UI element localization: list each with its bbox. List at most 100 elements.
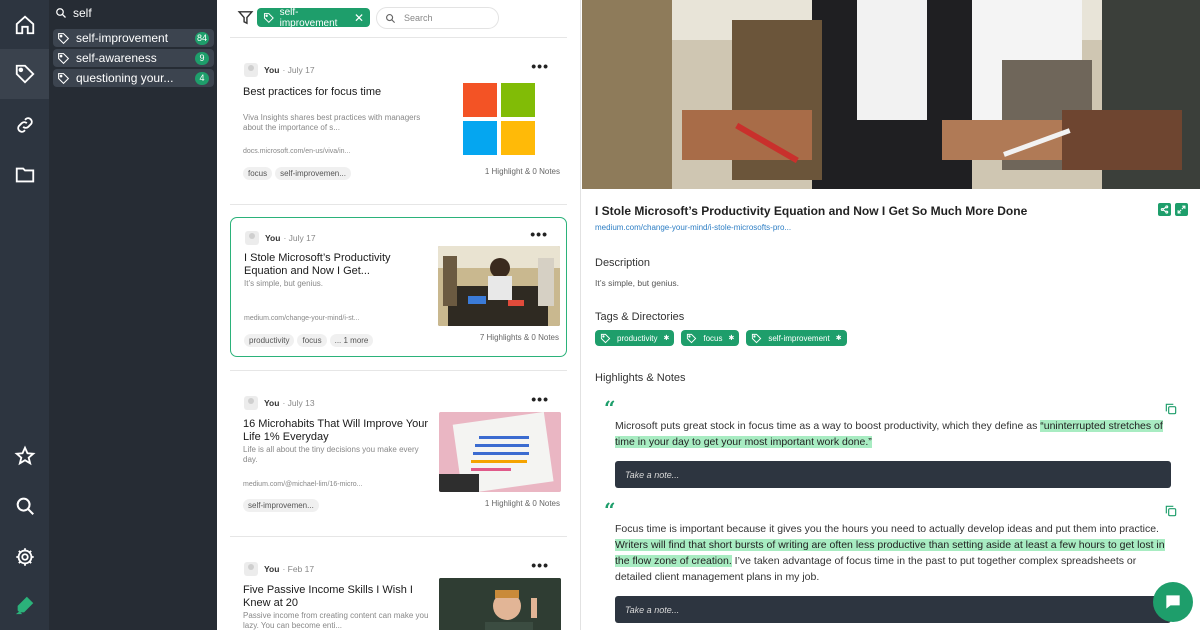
expand-icon [1177,205,1186,214]
detail-title: I Stole Microsoft’s Productivity Equatio… [595,204,1028,218]
note-input[interactable]: Take a note... [615,461,1171,488]
filter-icon[interactable] [237,9,254,26]
share-button[interactable] [1158,203,1171,216]
avatar [244,396,258,410]
tag-item-self-awareness[interactable]: self-awareness 9 [53,49,214,67]
tag-icon [15,64,35,84]
settings-button[interactable] [0,532,49,582]
card-stats: 1 Highlight & 0 Notes [484,167,560,176]
tag-chip[interactable]: self-improvemen... [243,499,319,512]
detail-pane: I Stole Microsoft’s Productivity Equatio… [582,0,1200,630]
card-url: medium.com/@michael-lim/16-micro... [243,481,363,488]
bookmark-card[interactable]: You · Feb 17 ••• Five Passive Income Ski… [230,549,567,630]
card-author: You [265,233,281,243]
home-button[interactable] [0,0,49,50]
tag-item-self-improvement[interactable]: self-improvement 84 [53,29,214,47]
tag-chip[interactable]: productivity [244,334,295,347]
search-icon [56,8,66,18]
tag-chip[interactable]: self-improvemen... [275,167,351,180]
tag-chip[interactable]: ... 1 more [329,334,374,347]
search-button[interactable] [0,481,49,531]
tag-icon [263,12,274,23]
detail-actions [1158,203,1188,216]
card-author: You [264,398,280,408]
detail-url-link[interactable]: medium.com/change-your-mind/i-stole-micr… [595,223,791,232]
star-icon: ✱ [663,335,670,342]
bookmark-card[interactable]: You · July 13 ••• 16 Microhabits That Wi… [230,383,567,523]
star-icon: ✱ [835,335,842,342]
card-thumbnail [438,246,560,326]
card-stats: 7 Highlights & 0 Notes [479,333,559,342]
tag-chip[interactable]: focus [243,167,273,180]
chat-button[interactable] [1153,582,1193,622]
share-icon [1160,205,1169,214]
bookmark-card-selected[interactable]: You · July 17 ••• I Stole Microsoft’s Pr… [230,217,567,357]
active-filter-chip[interactable]: self-improvement ✕ [257,7,370,29]
highlight-plain: Microsoft puts great stock in focus time… [615,420,1041,432]
list-search-input[interactable]: Search [376,7,499,29]
more-options-icon[interactable]: ••• [530,226,548,242]
tag-panel: self self-improvement 84 self-awareness … [49,0,217,630]
more-options-icon[interactable]: ••• [531,391,549,407]
highlighter-button[interactable] [0,580,49,630]
card-thumbnail [439,412,561,492]
tag-icon [752,333,762,343]
tag-chip[interactable]: focus [297,334,327,347]
card-thumbnail [439,578,561,630]
detail-tag-focus[interactable]: focus ✱ [681,330,740,346]
tag-icon [58,72,70,84]
tag-icon [58,32,70,44]
card-date: · July 13 [282,398,315,408]
card-description: Life is all about the tiny decisions you… [243,445,419,464]
card-tags: self-improvemen... [243,499,319,512]
card-description: Passive income from creating content can… [243,611,429,630]
copy-icon[interactable] [1164,402,1178,416]
card-tags: focus self-improvemen... [243,167,351,180]
highlight-text: Microsoft puts great stock in focus time… [615,418,1171,450]
avatar [244,63,258,77]
card-author: You [264,65,280,75]
expand-button[interactable] [1175,203,1188,216]
tag-icon [58,52,70,64]
more-options-icon[interactable]: ••• [531,58,549,74]
habit-tracker-photo [439,412,561,492]
card-author: You [264,564,280,574]
close-icon[interactable]: ✕ [354,11,364,25]
detail-tag-self-improvement[interactable]: self-improvement ✱ [746,330,847,346]
search-icon [16,497,34,515]
tag-count-badge: 4 [195,71,209,85]
description-text: It’s simple, but genius. [595,278,679,288]
more-options-icon[interactable]: ••• [531,557,549,573]
bookmark-card[interactable]: You · July 17 ••• Best practices for foc… [230,50,567,190]
tag-search[interactable]: self [55,4,211,22]
card-thumbnail [439,79,561,159]
star-icon: ✱ [728,335,735,342]
divider [230,536,567,537]
divider [230,37,567,38]
tag-search-value[interactable]: self [73,6,92,20]
avatar [245,231,259,245]
app-window: self self-improvement 84 self-awareness … [0,0,1200,630]
tag-item-label: questioning your... [76,71,174,85]
note-input[interactable]: Take a note... [615,596,1171,623]
tag-icon [600,333,611,343]
tag-item-questioning[interactable]: questioning your... 4 [53,69,214,87]
tag-label: self-improvement [768,333,830,343]
tag-label: productivity [617,333,658,343]
detail-tags: productivity ✱ focus ✱ self-improvement … [595,330,847,346]
icon-rail [0,0,49,630]
detail-tag-productivity[interactable]: productivity ✱ [595,330,675,346]
star-icon [13,445,36,466]
tags-button[interactable] [0,49,49,99]
favorites-button[interactable] [0,431,49,481]
tag-label: focus [703,333,723,343]
chat-icon [1166,595,1180,609]
card-url: medium.com/change-your-mind/i-st... [244,315,360,322]
copy-icon[interactable] [1164,504,1178,518]
home-icon [15,15,34,35]
folders-button[interactable] [0,150,49,200]
tag-count-badge: 84 [195,31,209,45]
avatar [244,562,258,576]
links-button[interactable] [0,100,49,150]
card-tags: productivity focus ... 1 more [244,334,374,347]
